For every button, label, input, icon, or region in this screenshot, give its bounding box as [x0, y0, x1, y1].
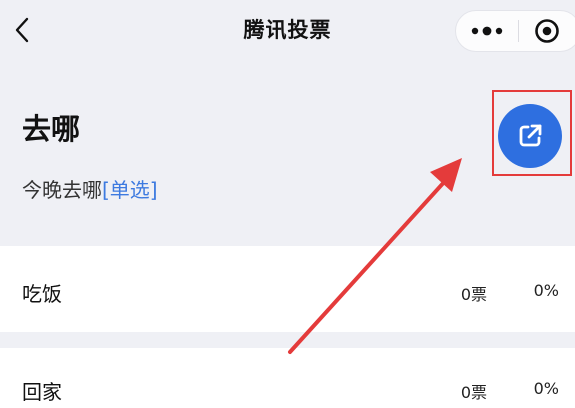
close-mini-program-button[interactable] [522, 12, 572, 50]
option-percent: 0% [533, 379, 559, 398]
share-button[interactable] [498, 104, 562, 168]
external-link-icon [519, 124, 542, 147]
option-vote-count: 0票 [460, 383, 487, 402]
nav-bar: 腾讯投票 [0, 0, 575, 62]
capsule-divider [518, 20, 519, 42]
vote-option-row[interactable]: 吃饭 0票 0% [0, 246, 575, 332]
option-percent: 0% [533, 281, 559, 300]
target-circle-icon [535, 19, 559, 43]
more-button[interactable] [458, 12, 516, 50]
vote-description: 今晚去哪[单选] [22, 174, 158, 203]
vote-title: 去哪 [22, 112, 81, 146]
vote-description-text: 今晚去哪 [22, 178, 102, 202]
option-label: 回家 [22, 380, 62, 404]
more-dots-icon [471, 26, 503, 36]
vote-type-tag: [单选] [102, 178, 158, 202]
option-label: 吃饭 [22, 282, 62, 306]
vote-option-row[interactable]: 回家 0票 0% [0, 348, 575, 408]
option-vote-count: 0票 [460, 285, 487, 304]
